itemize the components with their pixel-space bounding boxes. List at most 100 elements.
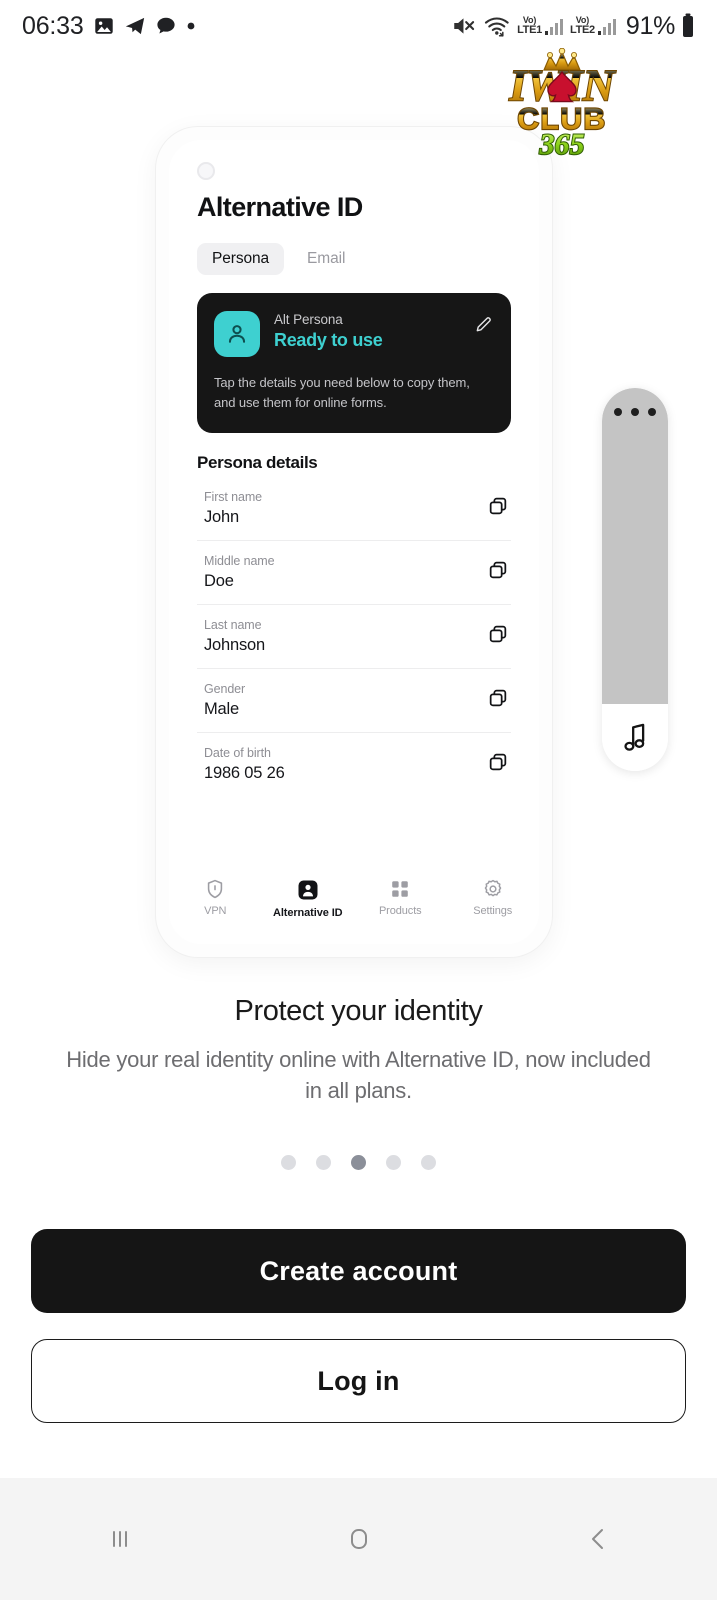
battery-icon: [681, 13, 695, 39]
copy-icon: [489, 754, 507, 771]
telegram-icon: [124, 15, 146, 37]
status-bar-right: Vo) LTE1 Vo) LTE2 91%: [451, 12, 695, 41]
wifi-icon: [483, 14, 511, 38]
logo-iwin-text: IWIN: [507, 60, 617, 111]
music-note-icon: [624, 723, 645, 751]
floating-assistant-widget[interactable]: [602, 388, 668, 771]
detail-texts: First name John: [204, 490, 487, 527]
edit-persona-button[interactable]: [474, 311, 494, 339]
promo-body: Hide your real identity online with Alte…: [66, 1047, 651, 1104]
detail-value: John: [204, 508, 239, 527]
detail-value: Male: [204, 700, 239, 719]
persona-details-heading: Persona details: [197, 453, 318, 473]
phone-mockup: Alternative ID Persona Email Alt Persona: [156, 127, 552, 957]
tab-persona[interactable]: Persona: [197, 243, 285, 275]
tab-email[interactable]: Email: [292, 243, 360, 275]
shield-icon: [208, 879, 223, 899]
copy-button[interactable]: [487, 559, 511, 586]
dot-icon: [631, 408, 639, 416]
person-icon: [228, 325, 246, 343]
detail-key: First name: [204, 490, 263, 505]
page-title: Alternative ID: [197, 192, 363, 222]
pager-dot-5[interactable]: [421, 1155, 436, 1170]
copy-button[interactable]: [487, 623, 511, 650]
status-bar-clock: 06:33: [22, 11, 84, 40]
nav-item-alternative-id[interactable]: Alternative ID: [262, 878, 355, 919]
battery-percent-label: 91%: [625, 11, 675, 40]
home-button[interactable]: [239, 1521, 478, 1557]
detail-row-last-name[interactable]: Last name Johnson: [197, 605, 511, 670]
grid-icon: [392, 881, 409, 897]
pager-dot-3[interactable]: [351, 1155, 366, 1170]
promo-heading: Protect your identity: [234, 995, 483, 1027]
id-badge-icon: [298, 880, 318, 900]
detail-row-date-of-birth[interactable]: Date of birth 1986 05 26: [197, 733, 511, 796]
create-account-button[interactable]: Create account: [31, 1229, 686, 1313]
persona-card-description: Tap the details you need below to copy t…: [214, 375, 470, 411]
sim1-volte-label: Vo) LTE1: [517, 15, 542, 36]
detail-key: Date of birth: [204, 746, 271, 761]
nav-item-vpn[interactable]: VPN: [169, 878, 262, 917]
app-bottom-nav: VPN Alternative ID Products Settings: [169, 870, 539, 944]
sim1-signal: Vo) LTE1: [517, 16, 564, 36]
back-button[interactable]: [478, 1522, 717, 1556]
dot-icon: [186, 21, 196, 31]
nav-label: Alternative ID: [272, 907, 343, 919]
persona-card-header: Alt Persona Ready to use: [214, 311, 494, 357]
nav-item-settings[interactable]: Settings: [447, 878, 540, 917]
floating-widget-footer[interactable]: [602, 704, 668, 771]
nav-item-products[interactable]: Products: [354, 878, 447, 917]
app-status-dot-icon: [197, 162, 215, 180]
copy-icon: [489, 626, 507, 643]
copy-button[interactable]: [487, 751, 511, 778]
detail-row-gender[interactable]: Gender Male: [197, 669, 511, 734]
android-navigation-bar: [0, 1478, 717, 1600]
detail-row-first-name[interactable]: First name John: [197, 477, 511, 542]
detail-key: Gender: [204, 682, 246, 697]
recents-icon: [112, 1531, 127, 1547]
detail-value: Johnson: [204, 636, 265, 655]
status-bar-left: 06:33: [22, 12, 196, 41]
sim2-signal: Vo) LTE2: [570, 16, 617, 36]
detail-texts: Last name Johnson: [204, 618, 487, 655]
floating-widget-body[interactable]: [602, 388, 668, 704]
copy-icon: [489, 690, 507, 707]
sim2-volte-label: Vo) LTE2: [569, 15, 595, 36]
pager-dot-2[interactable]: [316, 1155, 331, 1170]
copy-button[interactable]: [487, 495, 511, 522]
copy-button[interactable]: [487, 687, 511, 714]
pager-dot-4[interactable]: [386, 1155, 401, 1170]
three-dots-icon[interactable]: [614, 408, 656, 416]
dot-icon: [614, 408, 622, 416]
copy-icon: [489, 562, 507, 579]
phone-screen: Alternative ID Persona Email Alt Persona: [169, 140, 539, 944]
back-icon: [591, 1529, 603, 1549]
carousel-pagination: [0, 1155, 717, 1170]
nav-label: Products: [378, 905, 422, 917]
pager-dot-1[interactable]: [281, 1155, 296, 1170]
tab-bar: Persona Email: [197, 243, 511, 275]
detail-key: Middle name: [204, 554, 275, 569]
detail-value: Doe: [204, 572, 234, 591]
gear-icon: [484, 879, 501, 897]
nav-label: VPN: [204, 905, 227, 917]
pencil-icon: [476, 317, 491, 332]
persona-card-texts: Alt Persona Ready to use: [274, 311, 460, 351]
svg-text:CLUB: CLUB: [517, 103, 606, 136]
detail-row-middle-name[interactable]: Middle name Doe: [197, 541, 511, 606]
spade-icon: [547, 70, 577, 103]
recents-button[interactable]: [0, 1522, 239, 1556]
detail-texts: Gender Male: [204, 682, 487, 719]
persona-name-label: Alt Persona: [274, 312, 343, 327]
promo-section: Protect your identity Hide your real ide…: [0, 995, 717, 1106]
detail-texts: Middle name Doe: [204, 554, 487, 591]
photos-icon: [93, 15, 115, 37]
sim1-bars-icon: [544, 19, 563, 35]
copy-icon: [489, 498, 507, 515]
logo-club-text: CLUB: [516, 102, 606, 137]
sim2-bars-icon: [597, 19, 616, 35]
persona-details-list: First name John Middle name Doe Last nam…: [197, 477, 511, 796]
persona-status-card: Alt Persona Ready to use Tap the details…: [197, 293, 511, 434]
log-in-button[interactable]: Log in: [31, 1339, 686, 1423]
detail-key: Last name: [204, 618, 262, 633]
